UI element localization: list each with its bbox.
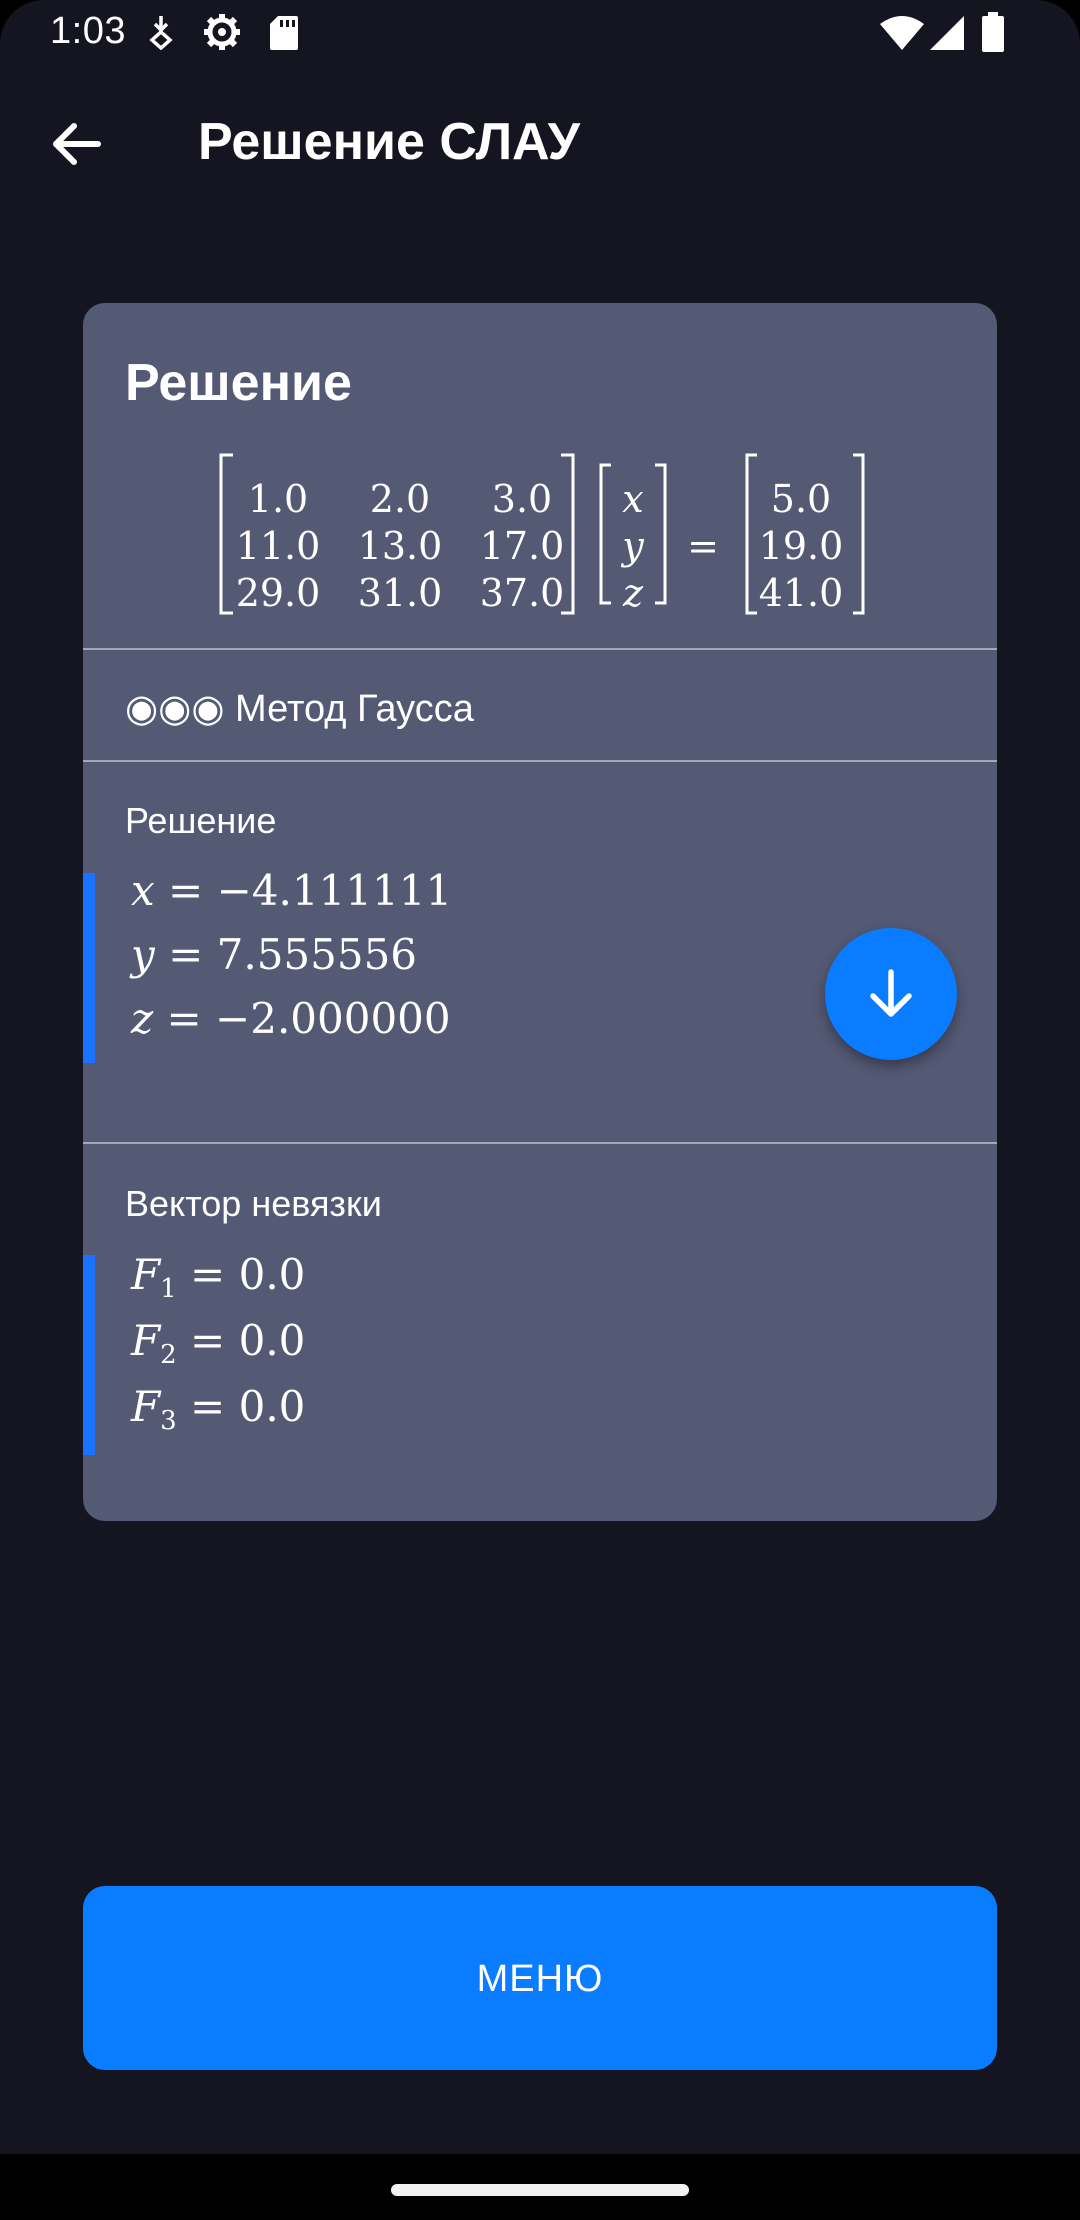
rhs-left-bracket: [745, 453, 757, 615]
vector-left-bracket: [599, 463, 611, 605]
residual-value: = 0.0: [176, 1250, 306, 1299]
matrix-cell: 1.0: [248, 477, 308, 521]
variable: x: [622, 477, 643, 521]
matrix-cell: 13.0: [358, 524, 443, 568]
residual-index: 3: [160, 1406, 177, 1436]
rhs-value: 5.0: [771, 477, 831, 521]
solution-card: Решение 1.0 2.0 3.0 11.0 13.0 17.0 29.0 …: [83, 303, 997, 1521]
status-bar: 1:03: [0, 0, 1080, 66]
solution-value: = 7.555556: [154, 930, 418, 979]
matrix-cell: 3.0: [492, 477, 552, 521]
residual-line: F3 = 0.0: [131, 1382, 305, 1436]
linear-system-equation: 1.0 2.0 3.0 11.0 13.0 17.0 29.0 31.0 37.…: [219, 453, 865, 615]
solution-accent-bar: [83, 873, 95, 1063]
method-label[interactable]: ◉◉◉ Метод Гаусса: [125, 686, 474, 731]
residual-label: Вектор невязки: [125, 1183, 382, 1224]
card-title: Решение: [125, 354, 352, 412]
cellular-signal-icon: [930, 16, 964, 55]
residual-line: F2 = 0.0: [131, 1316, 305, 1370]
residual-line: F1 = 0.0: [131, 1250, 305, 1304]
status-time: 1:03: [50, 10, 126, 52]
variable: y: [620, 524, 644, 568]
home-gesture-handle[interactable]: [391, 2184, 689, 2196]
residual-index: 1: [160, 1274, 177, 1304]
matrix-cell: 37.0: [480, 571, 565, 615]
matrix-left-bracket: [219, 453, 233, 615]
matrix-cell: 31.0: [358, 571, 443, 615]
solution-line: y = 7.555556: [131, 930, 417, 979]
residual-accent-bar: [83, 1255, 95, 1455]
scroll-down-button[interactable]: [825, 928, 957, 1060]
menu-button[interactable]: МЕНЮ: [83, 1886, 997, 2070]
matrix-cell: 11.0: [236, 524, 321, 568]
download-icon: [148, 14, 174, 55]
residual-var: F: [131, 1316, 161, 1365]
battery-icon: [982, 12, 1004, 57]
matrix-cell: 29.0: [236, 571, 321, 615]
residual-var: F: [131, 1250, 161, 1299]
residual-var: F: [131, 1382, 161, 1431]
solution-line: x = −4.111111: [131, 866, 452, 915]
arrow-down-icon: [870, 969, 912, 1017]
divider: [83, 760, 997, 762]
wifi-icon: [880, 16, 924, 55]
solution-var: y: [131, 930, 155, 979]
navigation-bar: [0, 2154, 1080, 2220]
divider: [83, 1142, 997, 1144]
solution-value: = −4.111111: [154, 866, 453, 915]
rhs-right-bracket: [853, 453, 865, 615]
solution-value: = −2.000000: [153, 994, 451, 1043]
matrix-cell: 2.0: [370, 477, 430, 521]
solution-var: z: [131, 994, 154, 1043]
solution-label: Решение: [125, 800, 277, 841]
rhs-value: 41.0: [759, 571, 844, 615]
residual-index: 2: [160, 1340, 177, 1370]
rhs-value: 19.0: [759, 524, 844, 568]
variable: z: [622, 571, 644, 615]
sd-card-icon: [270, 16, 298, 55]
matrix-cell: 17.0: [480, 524, 565, 568]
app-screen: 1:03 Решение СЛАУ Решение 1.0 2.0 3.0 11…: [0, 0, 1080, 2220]
vector-right-bracket: [655, 463, 667, 605]
solution-var: x: [131, 866, 155, 915]
equals-sign: =: [687, 524, 719, 568]
solution-line: z = −2.000000: [131, 994, 451, 1043]
residual-value: = 0.0: [176, 1382, 306, 1431]
arrow-back-icon: [53, 123, 101, 165]
settings-gear-icon: [202, 12, 242, 57]
divider: [83, 648, 997, 650]
residual-value: = 0.0: [176, 1316, 306, 1365]
page-title: Решение СЛАУ: [198, 113, 580, 171]
back-button[interactable]: [40, 108, 112, 180]
